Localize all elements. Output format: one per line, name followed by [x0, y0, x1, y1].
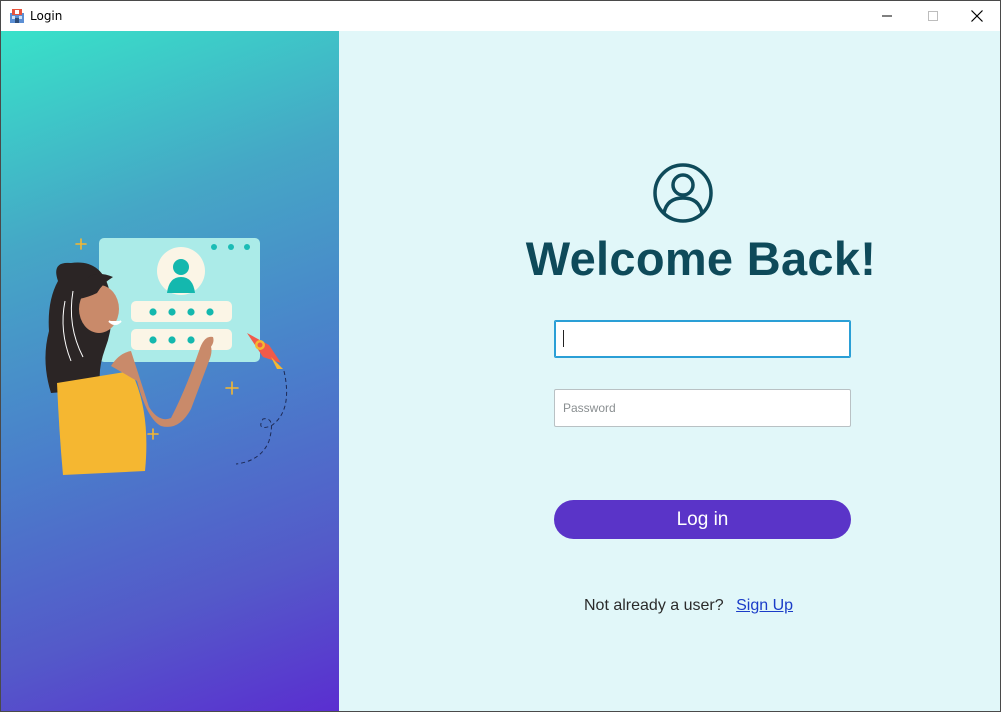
signup-link[interactable]: Sign Up [736, 597, 793, 614]
signup-prompt: Not already a user? [584, 597, 724, 614]
minimize-icon [882, 15, 892, 17]
page-title: Welcome Back! [525, 232, 877, 285]
signup-row: Not already a user? Sign Up [584, 597, 793, 615]
password-field[interactable] [554, 389, 851, 427]
maximize-button[interactable] [910, 1, 956, 31]
username-field[interactable] [554, 320, 851, 358]
title-bar[interactable]: Login [1, 1, 1000, 31]
login-window: Login Welcome Back! Log in Not already a… [0, 0, 1001, 712]
minimize-button[interactable] [864, 1, 910, 31]
login-form-panel: Welcome Back! Log in Not already a user?… [339, 31, 1000, 711]
text-cursor [563, 330, 564, 347]
window-title: Login [30, 9, 63, 23]
login-button[interactable]: Log in [554, 500, 851, 539]
illustration-panel [1, 31, 339, 711]
user-circle-icon [653, 163, 713, 223]
app-icon [10, 9, 24, 23]
close-icon [971, 10, 983, 22]
maximize-icon [928, 11, 938, 21]
login-illustration [45, 238, 288, 475]
close-button[interactable] [954, 1, 1000, 31]
